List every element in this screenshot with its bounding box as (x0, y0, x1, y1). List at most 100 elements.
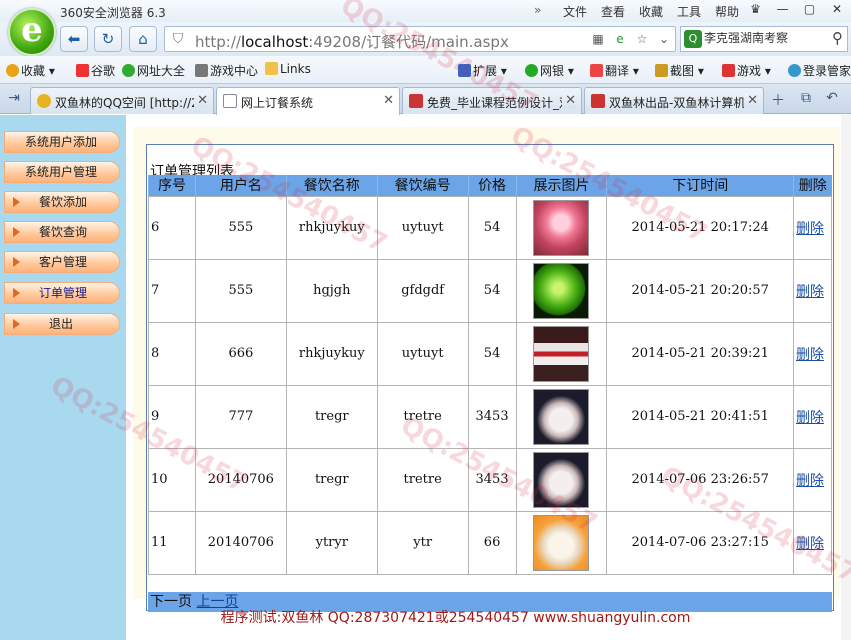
google-icon (76, 64, 89, 77)
page-favicon-icon (223, 94, 237, 108)
sidebar-item-query-food[interactable]: 餐饮查询 (4, 221, 120, 243)
cell-order-time: 2014-07-06 23:27:15 (606, 510, 795, 575)
delete-link[interactable]: 删除 (796, 221, 824, 237)
translate-icon (590, 64, 603, 77)
scissors-icon (655, 64, 668, 77)
table-row: 8 666 rhkjuykuy uytuyt 54 2014-05-21 20:… (148, 321, 832, 386)
back-arrow-icon: ⬅ (67, 30, 81, 48)
arrow-icon (13, 319, 20, 329)
gamepad-icon (195, 64, 208, 77)
cell-delete: 删除 (793, 195, 832, 260)
cell-food-name: tregr (285, 447, 378, 512)
delete-link[interactable]: 删除 (796, 410, 824, 426)
shield-icon: ⛉ (172, 31, 184, 47)
url-text[interactable]: http://localhost:49208/订餐代码/main.aspx (195, 31, 509, 52)
close-button[interactable]: ✕ (823, 0, 851, 20)
sidebar-item-manage-users[interactable]: 系统用户管理 (4, 161, 120, 183)
cell-food-name: rhkjuykuy (285, 321, 378, 386)
maximize-button[interactable]: ▢ (796, 0, 823, 20)
refresh-button[interactable]: ↻ (94, 26, 122, 52)
cell-id: 8 (148, 321, 196, 386)
cell-delete: 删除 (793, 258, 832, 323)
menu-view[interactable]: 查看 (594, 3, 632, 20)
fav-item-game-center[interactable]: 游戏中心 (195, 62, 258, 79)
tab-close-icon[interactable]: ✕ (194, 93, 208, 108)
cell-price: 3453 (467, 447, 517, 512)
site-favicon-icon (409, 94, 423, 108)
cell-user: 20140706 (194, 447, 287, 512)
cell-food-code: uytuyt (376, 321, 469, 386)
cell-food-code: gfdgdf (376, 258, 469, 323)
browser-logo[interactable]: e (8, 8, 56, 56)
qr-code-icon[interactable]: ▦ (589, 30, 607, 48)
extension-icon (458, 64, 471, 77)
expand-icon[interactable]: » (534, 3, 556, 20)
fav-item-games[interactable]: 游戏 ▾ (722, 62, 771, 79)
fav-item-google[interactable]: 谷歌 (76, 62, 115, 79)
cell-price: 3453 (467, 384, 517, 449)
fav-item-links[interactable]: Links (265, 62, 311, 76)
delete-link[interactable]: 删除 (796, 473, 824, 489)
compat-mode-icon[interactable]: e (611, 30, 629, 48)
minimize-button[interactable]: — (769, 0, 796, 20)
star-icon[interactable]: ☆ (633, 30, 651, 48)
cell-food-name: rhkjuykuy (285, 195, 378, 260)
tab-shuangyulin-computer[interactable]: 双鱼林出品-双鱼林计算机. ✕ (584, 87, 764, 114)
sidebar-item-orders[interactable]: 订单管理 (4, 282, 120, 304)
delete-link[interactable]: 删除 (796, 284, 824, 300)
fav-item-translate[interactable]: 翻译 ▾ (590, 62, 639, 79)
search-box[interactable]: Q ⚲ (680, 26, 848, 52)
tab-qq-space[interactable]: 双鱼林的QQ空间 [http://2 ✕ (30, 87, 214, 114)
fav-item-login-manager[interactable]: 登录管家 (788, 62, 851, 79)
menu-tools[interactable]: 工具 (670, 3, 708, 20)
search-input[interactable] (704, 30, 822, 44)
menu-file[interactable]: 文件 (556, 3, 594, 20)
tab-online-ordering[interactable]: 网上订餐系统 ✕ (216, 87, 400, 115)
back-button[interactable]: ⬅ (60, 26, 88, 52)
cell-id: 9 (148, 384, 196, 449)
skin-icon[interactable]: ♛ (742, 0, 769, 20)
cell-id: 7 (148, 258, 196, 323)
col-header-user: 用户名 (194, 175, 287, 196)
table-row: 11 20140706 ytryr ytr 66 2014-07-06 23:2… (148, 510, 832, 575)
menu-help[interactable]: 帮助 (708, 3, 746, 20)
home-button[interactable]: ⌂ (129, 26, 157, 52)
address-bar[interactable]: ⛉ http://localhost:49208/订餐代码/main.aspx … (164, 26, 676, 52)
sidebar-item-add-food[interactable]: 餐饮添加 (4, 191, 120, 213)
fav-item-screenshot[interactable]: 截图 ▾ (655, 62, 704, 79)
vertical-scrollbar[interactable] (841, 115, 851, 640)
restore-tab-icon[interactable]: ⧉ (796, 90, 816, 108)
sidebar-toggle-icon[interactable]: ⇥ (4, 90, 24, 108)
sidebar-item-customers[interactable]: 客户管理 (4, 251, 120, 273)
undo-close-icon[interactable]: ↶ (822, 90, 842, 108)
fav-item-favorites[interactable]: 收藏 ▾ (6, 62, 55, 79)
food-image-dessert-cups (533, 325, 590, 382)
tab-free-course-design[interactable]: 免费_毕业课程范例设计_双 ✕ (402, 87, 582, 114)
delete-link[interactable]: 删除 (796, 536, 824, 552)
fav-item-url-nav[interactable]: 网址大全 (122, 62, 185, 79)
arrow-icon (13, 197, 20, 207)
tab-close-icon[interactable]: ✕ (380, 93, 394, 108)
cell-image (515, 258, 608, 323)
new-tab-icon[interactable]: ＋ (768, 90, 788, 109)
chevron-down-icon[interactable]: ⌄ (655, 30, 673, 48)
search-engine-icon[interactable]: Q (684, 30, 702, 48)
fav-item-bank[interactable]: 网银 ▾ (525, 62, 574, 79)
tab-close-icon[interactable]: ✕ (744, 93, 758, 108)
menu-favorites[interactable]: 收藏 (632, 3, 670, 20)
orders-table: 序号 用户名 餐饮名称 餐饮编号 价格 展示图片 下订时间 删除 6 555 r (148, 175, 832, 575)
cell-user: 555 (194, 195, 287, 260)
tab-close-icon[interactable]: ✕ (562, 93, 576, 108)
sidebar-item-logout[interactable]: 退出 (4, 313, 120, 335)
sidebar-item-add-user[interactable]: 系统用户添加 (4, 131, 120, 153)
cell-image (515, 384, 608, 449)
col-header-delete: 删除 (793, 175, 832, 196)
folder-icon (265, 62, 278, 75)
cell-food-code: tretre (376, 384, 469, 449)
fav-item-extensions[interactable]: 扩展 ▾ (458, 62, 507, 79)
cell-delete: 删除 (793, 384, 832, 449)
orders-table-frame: 订单管理列表 序号 用户名 餐饮名称 餐饮编号 价格 展示图片 下订时间 删除 … (146, 144, 834, 612)
search-icon[interactable]: ⚲ (832, 29, 843, 47)
delete-link[interactable]: 删除 (796, 347, 824, 363)
cell-food-name: tregr (285, 384, 378, 449)
